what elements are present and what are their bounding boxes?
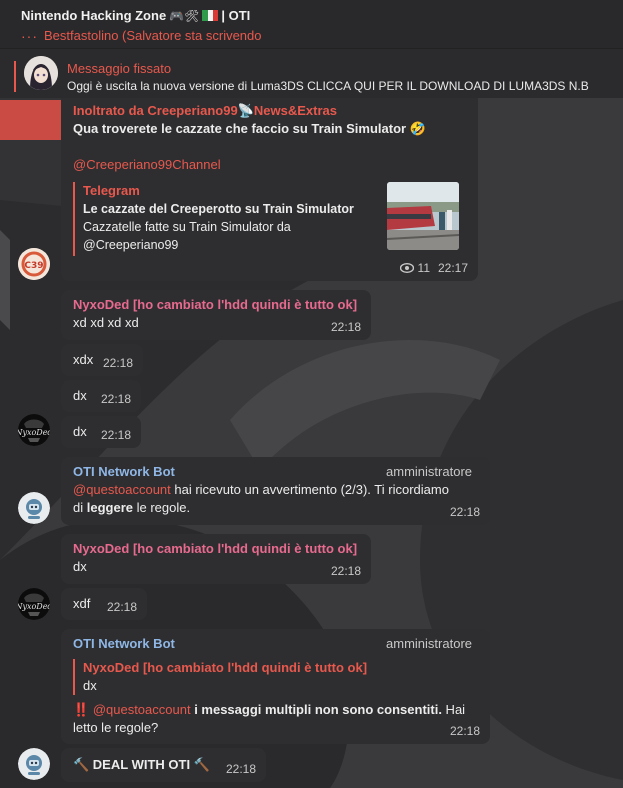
message-text: xdf	[73, 596, 91, 611]
typing-status: ··· Bestfastolino (Salvatore sta scriven…	[21, 28, 623, 43]
message-bold-text: i messaggi multipli non sono consentiti.	[190, 702, 442, 717]
chat-title-suffix: | OTI	[221, 8, 251, 23]
channel-link[interactable]: @Creeperiano99Channel	[73, 156, 221, 174]
message-nyxoded[interactable]: xdf 22:18	[61, 588, 147, 620]
pinned-message-bar[interactable]: Messaggio fissato Oggi è uscita la nuova…	[0, 48, 623, 98]
message-text: xdx	[73, 352, 94, 367]
pinned-label: Messaggio fissato	[67, 61, 172, 76]
message-time: 22:18	[449, 724, 480, 738]
message-text-part: letto le regole?	[73, 720, 159, 735]
controller-tools-emoji: 🎮🛠	[169, 8, 200, 23]
message-time: 22:18	[100, 392, 131, 406]
view-counter: 11	[399, 259, 430, 277]
message-time: 22:17	[437, 261, 468, 275]
message-time: 22:18	[330, 320, 361, 334]
preview-description: Cazzatelle fatte su Train Simulator da @…	[83, 220, 291, 252]
message-nyxoded[interactable]: NyxoDed [ho cambiato l'hdd quindi è tutt…	[61, 290, 371, 340]
creeperiano-avatar[interactable]: C39	[18, 248, 50, 280]
chat-title: Nintendo Hacking Zone	[21, 8, 167, 23]
eye-icon	[399, 263, 414, 273]
preview-thumbnail	[387, 182, 459, 250]
message-text: 🔨 DEAL WITH OTI 🔨	[73, 757, 210, 772]
svg-text:C39: C39	[24, 261, 43, 271]
view-count: 11	[417, 261, 430, 275]
user-mention[interactable]: @questoaccount	[93, 702, 191, 717]
admin-badge: amministratore	[386, 464, 472, 479]
message-text: dx	[73, 559, 87, 574]
nyxoded-avatar[interactable]: NyxoDed	[18, 588, 50, 620]
link-preview[interactable]: Telegram Le cazzate del Creeperotto su T…	[73, 182, 467, 256]
message-bot-warning[interactable]: OTI Network Bot amministratore @questoac…	[61, 457, 490, 525]
message-text-part: Hai	[441, 702, 466, 717]
forward-source[interactable]: Inoltrato da Creeperiano99📡News&Extras	[73, 102, 337, 120]
message-time: 22:18	[330, 564, 361, 578]
user-mention[interactable]: @questoaccount	[73, 482, 171, 497]
message-text-part: le regole.	[132, 500, 191, 515]
message-time: 22:18	[449, 505, 480, 519]
message-text: @questoaccount hai ricevuto un avvertime…	[73, 481, 478, 517]
quoted-reply[interactable]: NyxoDed [ho cambiato l'hdd quindi è tutt…	[73, 659, 373, 695]
message-time: 22:18	[102, 356, 133, 370]
typing-text: Bestfastolino (Salvatore sta scrivendo	[44, 28, 262, 43]
quoted-sender: NyxoDed [ho cambiato l'hdd quindi è tutt…	[83, 660, 368, 675]
message-nyxoded[interactable]: dx 22:18	[61, 416, 141, 448]
pinned-accent-bar	[14, 61, 16, 92]
message-text-part: di	[73, 500, 87, 515]
forward-text: Qua troverete le cazzate che faccio su T…	[73, 121, 426, 136]
svg-text:NyxoDed: NyxoDed	[18, 428, 50, 437]
typing-dots-icon: ···	[21, 27, 38, 44]
chat-header[interactable]: Nintendo Hacking Zone 🎮🛠 | OTI ··· Bestf…	[0, 0, 623, 48]
chat-title-row: Nintendo Hacking Zone 🎮🛠 | OTI	[21, 8, 623, 23]
message-text: dx	[73, 388, 87, 403]
sender-name[interactable]: NyxoDed [ho cambiato l'hdd quindi è tutt…	[73, 296, 357, 314]
pinned-text: Oggi è uscita la nuova versione di Luma3…	[67, 79, 589, 93]
message-nyxoded[interactable]: NyxoDed [ho cambiato l'hdd quindi è tutt…	[61, 534, 371, 584]
double-exclamation-icon: ‼️	[73, 702, 90, 717]
message-text: xd xd xd xd	[73, 315, 139, 330]
message-nyxoded[interactable]: xdx 22:18	[61, 344, 143, 376]
message-text: ‼️ @questoaccount i messaggi multipli no…	[73, 701, 478, 737]
sender-name[interactable]: OTI Network Bot	[73, 635, 175, 653]
bot-avatar[interactable]	[18, 492, 50, 524]
message-time: 22:18	[100, 428, 131, 442]
nyxoded-avatar[interactable]: NyxoDed	[18, 414, 50, 446]
message-text: dx	[73, 424, 87, 439]
sender-name[interactable]: NyxoDed [ho cambiato l'hdd quindi è tutt…	[73, 540, 357, 558]
italy-flag-icon	[202, 10, 219, 21]
sender-name[interactable]: OTI Network Bot	[73, 463, 175, 481]
message-nyxoded[interactable]: dx 22:18	[61, 380, 141, 412]
message-deal-with-oti[interactable]: 🔨 DEAL WITH OTI 🔨 22:18	[61, 748, 266, 782]
admin-badge: amministratore	[386, 636, 472, 651]
forwarded-message[interactable]: Inoltrato da Creeperiano99📡News&Extras Q…	[61, 98, 478, 281]
message-bot-reply[interactable]: OTI Network Bot amministratore NyxoDed […	[61, 629, 490, 744]
message-bold-text: leggere	[86, 500, 133, 515]
quoted-text: dx	[83, 678, 97, 693]
message-text-part: hai ricevuto un avvertimento (2/3). Ti r…	[170, 482, 449, 497]
svg-text:NyxoDed: NyxoDed	[18, 602, 50, 611]
bot-avatar[interactable]	[18, 748, 50, 780]
message-time: 22:18	[106, 600, 137, 614]
message-time: 22:18	[225, 762, 256, 776]
pinned-thumbnail	[24, 56, 58, 90]
